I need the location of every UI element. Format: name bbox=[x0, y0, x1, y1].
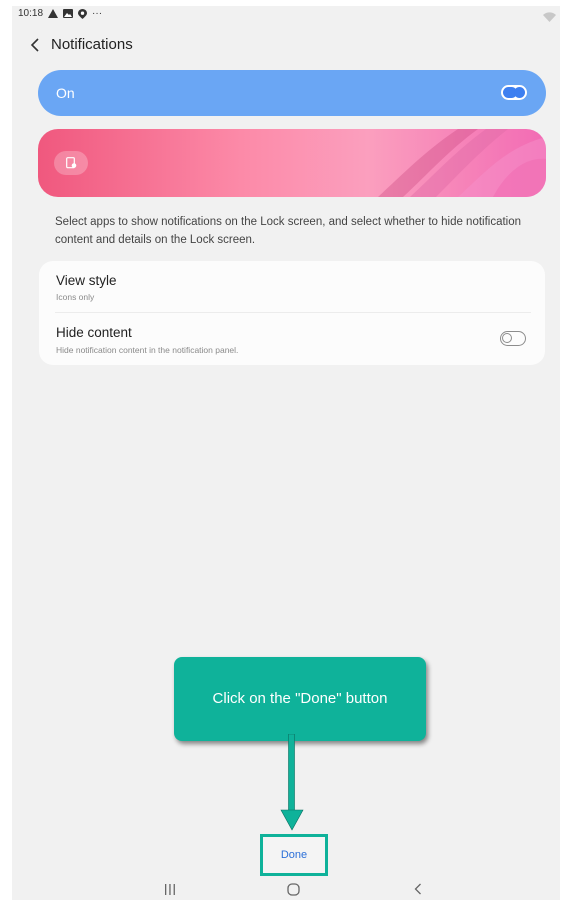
done-button[interactable]: Done bbox=[267, 841, 321, 869]
image-icon bbox=[63, 9, 74, 18]
tutorial-callout: Click on the "Done" button bbox=[174, 657, 426, 741]
done-button-highlight: Done bbox=[260, 834, 328, 876]
warning-icon bbox=[48, 9, 59, 18]
lock-screen-notification-icon[interactable] bbox=[54, 151, 88, 175]
wallpaper-waves bbox=[378, 129, 546, 197]
master-toggle-switch[interactable] bbox=[501, 85, 527, 100]
callout-text: Click on the "Done" button bbox=[212, 690, 388, 707]
view-style-subtitle: Icons only bbox=[56, 292, 95, 302]
android-screen: 10:18 ··· Notifications On Select apps t… bbox=[12, 6, 560, 900]
recent-apps-button[interactable] bbox=[155, 880, 185, 898]
page-title: Notifications bbox=[51, 36, 133, 53]
view-style-row[interactable]: View style Icons only bbox=[39, 261, 545, 313]
view-style-title: View style bbox=[56, 273, 117, 288]
status-bar: 10:18 ··· bbox=[12, 6, 560, 24]
recents-icon bbox=[165, 883, 175, 895]
settings-card: View style Icons only Hide content Hide … bbox=[39, 261, 545, 365]
hide-content-subtitle: Hide notification content in the notific… bbox=[56, 345, 239, 355]
status-time: 10:18 bbox=[18, 8, 44, 19]
wifi-icon bbox=[543, 9, 556, 27]
hide-content-row[interactable]: Hide content Hide notification content i… bbox=[39, 313, 545, 365]
home-button[interactable] bbox=[278, 880, 308, 898]
status-left: 10:18 ··· bbox=[18, 8, 102, 19]
app-header: Notifications bbox=[12, 30, 560, 60]
home-icon bbox=[286, 882, 300, 896]
nav-back-button[interactable] bbox=[403, 880, 433, 898]
hide-content-title: Hide content bbox=[56, 325, 132, 340]
down-arrow-icon bbox=[280, 734, 304, 831]
master-switch-bar[interactable]: On bbox=[38, 70, 546, 116]
description-text: Select apps to show notifications on the… bbox=[55, 216, 522, 246]
lock-screen-preview bbox=[38, 129, 546, 197]
switch-knob bbox=[514, 87, 525, 98]
chevron-left-icon bbox=[30, 38, 39, 52]
back-icon bbox=[414, 883, 421, 895]
navigation-bar bbox=[12, 878, 560, 900]
more-dots-icon: ··· bbox=[92, 8, 103, 19]
back-button[interactable] bbox=[24, 34, 46, 56]
switch-knob bbox=[502, 333, 512, 343]
location-icon bbox=[78, 8, 88, 19]
master-switch-label: On bbox=[56, 85, 75, 101]
hide-content-toggle[interactable] bbox=[500, 331, 526, 346]
